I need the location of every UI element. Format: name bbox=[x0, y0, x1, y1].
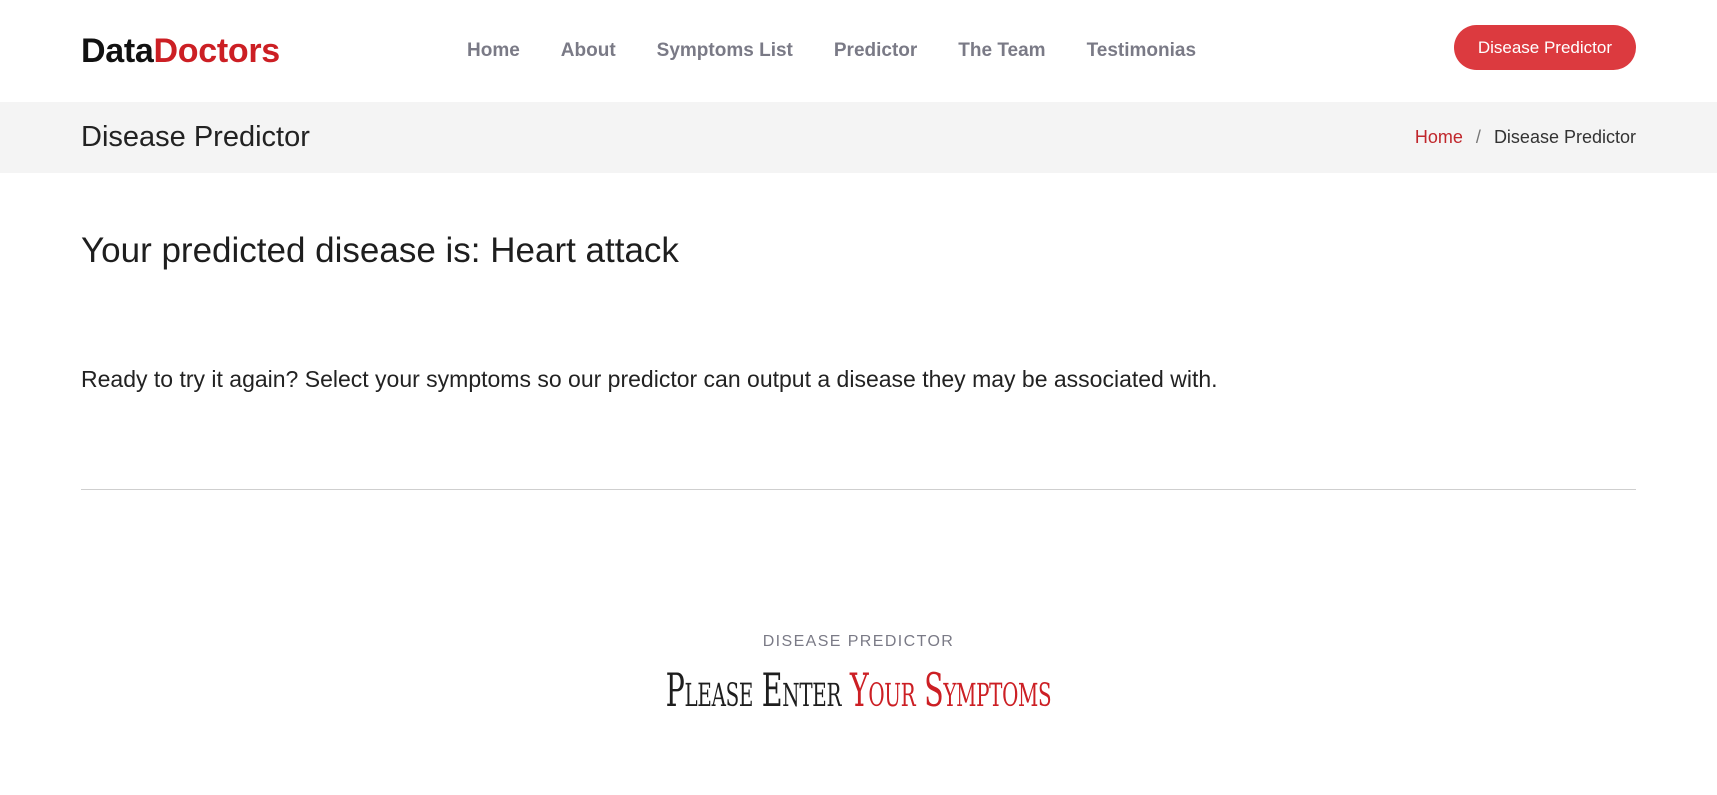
prediction-result: Your predicted disease is: Heart attack bbox=[81, 231, 679, 270]
section-heading: Please Enter Your Symptoms bbox=[376, 667, 1340, 713]
page-title-band: Disease Predictor Home / Disease Predict… bbox=[0, 102, 1717, 173]
nav-item-about[interactable]: About bbox=[561, 40, 616, 62]
site-header: DataDoctors Home About Symptoms List Pre… bbox=[0, 0, 1717, 102]
predictor-section: Disease Predictor Please Enter Your Symp… bbox=[81, 633, 1636, 713]
breadcrumb-current: Disease Predictor bbox=[1493, 127, 1636, 147]
disease-predictor-button[interactable]: Disease Predictor bbox=[1453, 25, 1636, 70]
site-logo[interactable]: DataDoctors bbox=[81, 34, 280, 68]
nav-item-the-team[interactable]: The Team bbox=[958, 40, 1045, 62]
section-kicker: Disease Predictor bbox=[762, 633, 955, 650]
section-heading-part1: Please Enter bbox=[665, 663, 850, 717]
nav-item-symptoms-list[interactable]: Symptoms List bbox=[657, 40, 793, 62]
try-again-prompt: Ready to try it again? Select your sympt… bbox=[81, 366, 1218, 392]
page-title: Disease Predictor bbox=[81, 121, 310, 153]
logo-part-doctors: Doctors bbox=[153, 32, 281, 70]
main-content: Your predicted disease is: Heart attack … bbox=[0, 173, 1717, 713]
section-heading-part2: Your Symptoms bbox=[849, 663, 1052, 717]
nav-item-home[interactable]: Home bbox=[467, 40, 520, 62]
nav-item-testimonias[interactable]: Testimonias bbox=[1087, 40, 1196, 62]
main-nav: Home About Symptoms List Predictor The T… bbox=[467, 0, 1237, 102]
breadcrumb: Home / Disease Predictor bbox=[1415, 127, 1636, 148]
nav-item-predictor[interactable]: Predictor bbox=[834, 40, 917, 62]
section-divider bbox=[81, 489, 1636, 490]
logo-part-data: Data bbox=[81, 32, 154, 70]
breadcrumb-home-link[interactable]: Home bbox=[1415, 127, 1463, 148]
breadcrumb-separator: / bbox=[1475, 127, 1481, 147]
